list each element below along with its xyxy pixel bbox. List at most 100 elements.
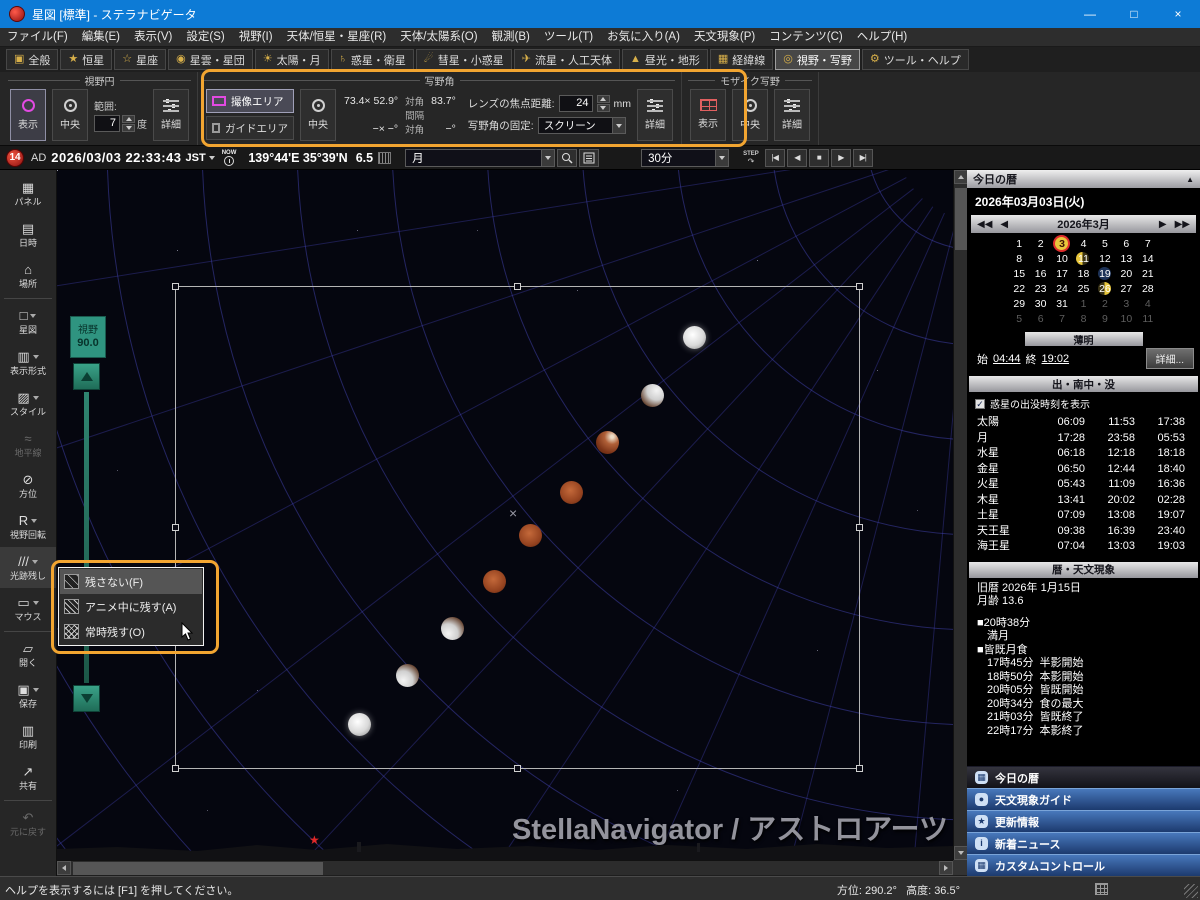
calendar-day[interactable]: 8	[1073, 311, 1094, 326]
panel-button[interactable]: ▦今日の暦	[967, 766, 1200, 788]
menu-item[interactable]: 設定(S)	[179, 28, 231, 47]
step-back-button[interactable]: ◀	[787, 149, 807, 167]
frame-handle[interactable]	[172, 765, 179, 772]
tab-item[interactable]: ⚙ツール・ヘルプ	[862, 49, 969, 70]
calendar-day[interactable]: 10	[1116, 311, 1137, 326]
calendar-day[interactable]: 23	[1030, 281, 1051, 296]
trail-menu-item[interactable]: アニメ中に残す(A)	[60, 594, 202, 619]
frame-handle[interactable]	[856, 765, 863, 772]
calendar-day[interactable]: 18	[1073, 266, 1094, 281]
frame-handle[interactable]	[514, 765, 521, 772]
calendar-day[interactable]: 15	[1009, 266, 1030, 281]
menu-item[interactable]: 観測(B)	[485, 28, 537, 47]
panel-scroll-up-icon[interactable]: ▲	[1186, 175, 1194, 184]
frame-handle[interactable]	[856, 283, 863, 290]
calendar-day[interactable]: 1	[1073, 296, 1094, 311]
sidebar-item[interactable]: ▭マウス	[0, 588, 56, 629]
tab-item[interactable]: ◉星雲・星団	[168, 49, 253, 70]
panel-button[interactable]: ●天文現象ガイド	[967, 788, 1200, 810]
calendar-day[interactable]: 4	[1073, 236, 1094, 251]
scroll-left-button[interactable]	[57, 861, 71, 875]
calendar-day[interactable]: 31	[1051, 296, 1072, 311]
datetime-field[interactable]: 2026/03/03 22:33:43	[51, 150, 181, 165]
focal-spin-up-icon[interactable]	[597, 95, 610, 103]
guide-area-button[interactable]: ガイドエリア	[206, 116, 294, 140]
mosaic-detail-button[interactable]: 詳細	[774, 89, 810, 141]
play-button[interactable]: ▶	[831, 149, 851, 167]
range-spin-up-icon[interactable]	[122, 115, 135, 123]
menu-item[interactable]: 編集(E)	[75, 28, 127, 47]
calendar-day[interactable]: 21	[1137, 266, 1158, 281]
calendar-day[interactable]: 11	[1137, 311, 1158, 326]
calendar-day[interactable]: 20	[1116, 266, 1137, 281]
calendar-day[interactable]: 28	[1137, 281, 1158, 296]
menu-item[interactable]: ヘルプ(H)	[850, 28, 914, 47]
calendar-day[interactable]: 6	[1030, 311, 1051, 326]
object-list-button[interactable]	[579, 149, 599, 167]
sidebar-item[interactable]: ▱開く	[0, 634, 56, 675]
zoom-in-button[interactable]	[73, 363, 100, 390]
location-building-icon[interactable]	[378, 152, 391, 164]
trail-menu-item[interactable]: 残さない(F)	[60, 569, 202, 594]
calendar-day[interactable]: 7	[1137, 236, 1158, 251]
calendar-day[interactable]: 17	[1051, 266, 1072, 281]
scroll-thumb[interactable]	[955, 188, 967, 250]
fov-circle-show-button[interactable]: 表示	[10, 89, 46, 141]
calendar-day[interactable]: 1	[1009, 236, 1030, 251]
checkbox-checked[interactable]: ✓	[975, 399, 985, 409]
zoom-out-button[interactable]	[73, 685, 100, 712]
sidebar-item[interactable]: ▥印刷	[0, 716, 56, 757]
calendar-day[interactable]: 5	[1009, 311, 1030, 326]
sidebar-item[interactable]: ▤日時	[0, 214, 56, 255]
calendar-day[interactable]: 14	[1137, 251, 1158, 266]
menu-item[interactable]: 天体/太陽系(O)	[393, 28, 484, 47]
target-select[interactable]: 月	[405, 149, 555, 167]
fov-fix-select[interactable]: スクリーン	[538, 117, 626, 134]
menu-item[interactable]: 視野(I)	[232, 28, 280, 47]
panel-button[interactable]: i新着ニュース	[967, 832, 1200, 854]
calendar-prev-button[interactable]: ◀	[1000, 219, 1008, 230]
panel-button[interactable]: ★更新情報	[967, 810, 1200, 832]
tab-item[interactable]: ▲昼光・地形	[622, 49, 708, 70]
menu-item[interactable]: ファイル(F)	[0, 28, 75, 47]
twilight-end-time[interactable]: 19:02	[1042, 353, 1070, 365]
scroll-right-button[interactable]	[939, 861, 953, 875]
sidebar-item[interactable]: ⊘方位	[0, 465, 56, 506]
sidebar-item[interactable]: ///光跡残し	[0, 547, 56, 588]
sidebar-item[interactable]: ⌂場所	[0, 255, 56, 296]
skip-start-button[interactable]: |◀	[765, 149, 785, 167]
star-map[interactable]: × StellaNavigator / アストロアーツ ★	[57, 170, 953, 860]
tab-item[interactable]: ☆星座	[114, 49, 166, 70]
fov-angle-detail-button[interactable]: 詳細	[637, 89, 673, 141]
calendar-day[interactable]: 2	[1030, 236, 1051, 251]
menu-item[interactable]: 表示(V)	[127, 28, 179, 47]
interval-select[interactable]: 30分	[641, 149, 729, 167]
focal-spin-down-icon[interactable]	[597, 104, 610, 112]
sidebar-item[interactable]: ▨スタイル	[0, 383, 56, 424]
calendar-day[interactable]: 5	[1094, 236, 1115, 251]
calendar-day[interactable]: 19	[1094, 266, 1115, 281]
calendar-day[interactable]: 12	[1094, 251, 1115, 266]
map-horizontal-scrollbar[interactable]	[57, 860, 953, 875]
calendar-day[interactable]: 3	[1051, 236, 1072, 251]
calendar-day[interactable]: 3	[1116, 296, 1137, 311]
resize-grip[interactable]	[1184, 884, 1198, 898]
calendar-day[interactable]: 9	[1030, 251, 1051, 266]
calendar-day[interactable]: 22	[1009, 281, 1030, 296]
twilight-start-time[interactable]: 04:44	[993, 353, 1021, 365]
tab-item[interactable]: ♄惑星・衛星	[331, 49, 414, 70]
photo-frame[interactable]	[175, 286, 860, 769]
maximize-button[interactable]: □	[1112, 0, 1156, 28]
search-button[interactable]	[557, 149, 577, 167]
step-mode-icon[interactable]: STEP ↷	[743, 151, 759, 165]
sidebar-item[interactable]: ▥表示形式	[0, 342, 56, 383]
sidebar-item[interactable]: ▦パネル	[0, 173, 56, 214]
calendar-day[interactable]: 29	[1009, 296, 1030, 311]
trail-menu-item[interactable]: 常時残す(O)	[60, 619, 202, 644]
map-vertical-scrollbar[interactable]	[953, 170, 967, 860]
calendar-day[interactable]: 6	[1116, 236, 1137, 251]
sidebar-item[interactable]: ↗共有	[0, 757, 56, 798]
fov-range-input[interactable]: 7	[94, 115, 120, 132]
calendar-day[interactable]: 26	[1094, 281, 1115, 296]
calendar-day[interactable]: 4	[1137, 296, 1158, 311]
